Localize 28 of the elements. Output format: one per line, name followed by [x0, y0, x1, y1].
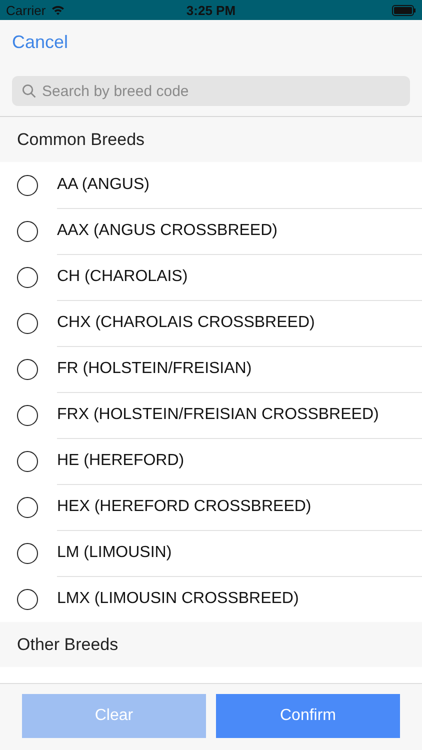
breed-label[interactable]: LMX (LIMOUSIN CROSSBREED): [57, 590, 299, 608]
battery-icon: [392, 4, 416, 16]
breed-label[interactable]: FR (HOLSTEIN/FREISIAN): [57, 360, 252, 378]
breed-label[interactable]: AAX (ANGUS CROSSBREED): [57, 222, 278, 240]
breed-label[interactable]: LM (LIMOUSIN): [57, 544, 172, 562]
breed-label[interactable]: CHX (CHAROLAIS CROSSBREED): [57, 314, 315, 332]
section-header: Common Breeds: [17, 130, 145, 150]
radio-button[interactable]: [17, 404, 38, 426]
section-header: Other Breeds: [17, 634, 118, 654]
radio-button[interactable]: [17, 542, 38, 564]
carrier-label: Carrier: [6, 2, 46, 18]
search-field[interactable]: Search by breed code: [12, 76, 410, 106]
radio-button[interactable]: [17, 312, 38, 334]
breed-label[interactable]: AA (ANGUS): [57, 176, 150, 194]
breed-label[interactable]: CH (CHAROLAIS): [57, 268, 188, 286]
radio-button[interactable]: [17, 496, 38, 518]
radio-button[interactable]: [17, 588, 38, 610]
breed-label[interactable]: HE (HEREFORD): [57, 452, 184, 470]
status-time: 3:25 PM: [186, 2, 236, 18]
radio-button[interactable]: [17, 450, 38, 472]
breed-label[interactable]: FRX (HOLSTEIN/FREISIAN CROSSBREED): [57, 406, 379, 424]
wifi-icon: [50, 5, 65, 15]
radio-button[interactable]: [17, 174, 38, 196]
radio-button[interactable]: [17, 220, 38, 242]
radio-button[interactable]: [17, 358, 38, 380]
radio-button[interactable]: [17, 266, 38, 288]
breed-label[interactable]: HEX (HEREFORD CROSSBREED): [57, 498, 312, 516]
search-icon: [22, 84, 36, 98]
